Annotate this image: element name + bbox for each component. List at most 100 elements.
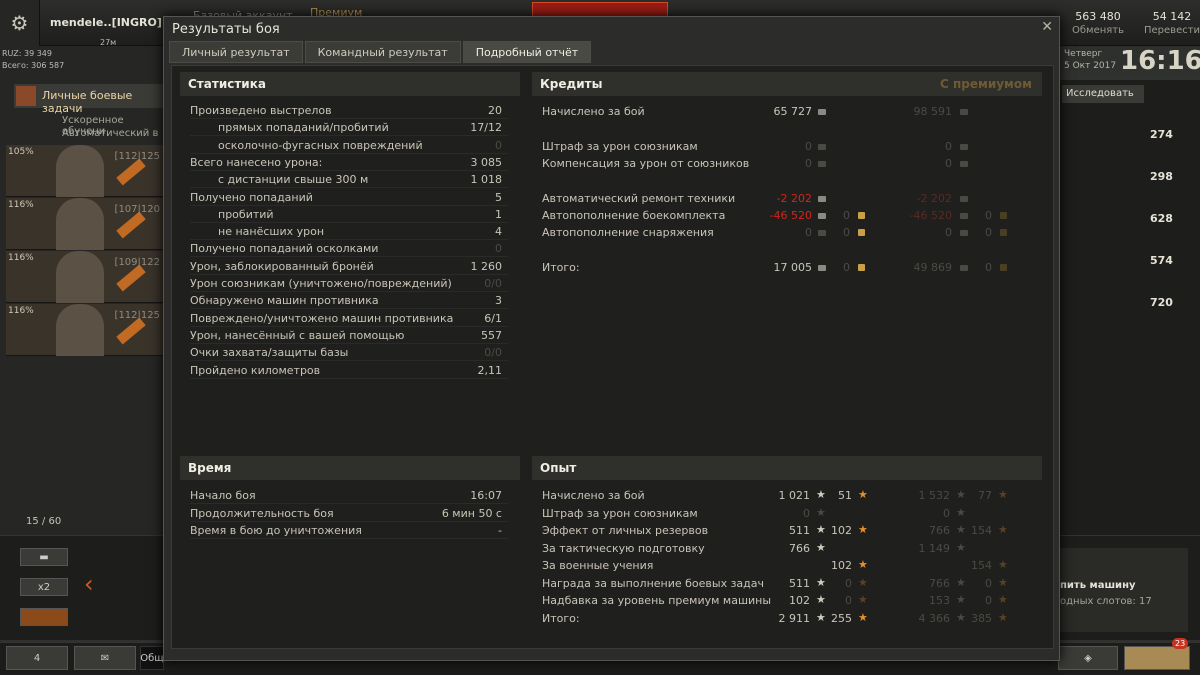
stat-label: прямых попаданий/пробитий bbox=[218, 121, 389, 135]
credits-icon bbox=[818, 161, 826, 167]
exp-value: 102 bbox=[789, 594, 810, 607]
exp-label: Штраф за урон союзникам bbox=[542, 506, 698, 520]
credits-value: 563 480 bbox=[1075, 10, 1121, 23]
free-xp-currency[interactable]: 54 142 Перевести bbox=[1144, 10, 1200, 36]
free-exp-star-icon: ★ bbox=[998, 523, 1008, 536]
research-button[interactable]: Исследовать bbox=[1062, 85, 1144, 103]
result-tabs: Личный результат Командный результат Под… bbox=[169, 41, 592, 63]
free-exp-value: 102 bbox=[831, 559, 852, 572]
tab-detailed[interactable]: Подробный отчёт bbox=[462, 41, 592, 63]
exp-star-icon: ★ bbox=[816, 523, 826, 536]
exp-label: Итого: bbox=[542, 611, 580, 625]
username[interactable]: mendele..[INGRO] bbox=[50, 16, 162, 29]
gold-premium-value: 0 bbox=[985, 261, 992, 274]
multiplier-filter[interactable]: x2 bbox=[20, 578, 68, 596]
tab-personal[interactable]: Личный результат bbox=[169, 41, 303, 63]
carousel-left-arrow[interactable]: ‹ bbox=[84, 570, 94, 598]
credits-icon bbox=[818, 196, 826, 202]
buy-vehicle-slot[interactable]: пить машину одных слотов: 17 bbox=[1060, 548, 1188, 632]
task-item[interactable]: Автоматический в bbox=[62, 128, 158, 139]
stat-row: Обнаружено машин противника 3 bbox=[190, 292, 508, 310]
exp-row: Итого: 2 911 ★ 255 ★ 4 366 ★ 385 ★ bbox=[542, 610, 1032, 627]
exp-star-icon: ★ bbox=[816, 540, 826, 554]
credits-icon bbox=[960, 265, 968, 271]
crew-member[interactable]: 116% [109|122 bbox=[6, 251, 164, 303]
crew-portrait bbox=[56, 145, 104, 197]
free-exp-premium-value: 77 bbox=[978, 489, 992, 502]
credit-label: Автоматический ремонт техники bbox=[542, 192, 736, 205]
close-icon[interactable]: ✕ bbox=[1041, 19, 1053, 35]
battle-results-dialog: Результаты боя ✕ Личный результат Команд… bbox=[163, 16, 1060, 661]
rank-stripe bbox=[116, 211, 146, 239]
exp-star-icon: ★ bbox=[956, 610, 966, 624]
vehicle-filter-button[interactable]: ▬ bbox=[20, 548, 68, 566]
exp-star-icon: ★ bbox=[956, 488, 966, 501]
chat-button[interactable]: ✉ bbox=[74, 646, 136, 670]
right-panel bbox=[1057, 80, 1200, 540]
sessions-button[interactable]: ◈ bbox=[1058, 646, 1118, 670]
free-exp-star-icon: ★ bbox=[858, 523, 868, 536]
credits-icon bbox=[960, 213, 968, 219]
free-exp-star-icon: ★ bbox=[998, 575, 1008, 589]
exp-value: 511 bbox=[789, 524, 810, 537]
exp-premium-value: 1 149 bbox=[918, 541, 951, 555]
crew-portrait bbox=[56, 251, 104, 303]
stat-label: Урон союзникам (уничтожено/повреждений) bbox=[190, 277, 452, 290]
crew-member[interactable]: 105% [112|125 bbox=[6, 145, 164, 197]
exp-value: 511 bbox=[789, 576, 810, 590]
free-exp-value: 0 bbox=[845, 576, 852, 590]
multiplier-label: x2 bbox=[37, 581, 51, 593]
stat-row: прямых попаданий/пробитий 17/12 bbox=[190, 119, 508, 137]
stat-label: Пройдено километров bbox=[190, 363, 321, 377]
exp-row: Награда за выполнение боевых задач 511 ★ 0 ★… bbox=[542, 575, 1032, 592]
stat-value: 720 bbox=[1150, 296, 1173, 309]
crew-member[interactable]: 116% [107|120 bbox=[6, 198, 164, 250]
tab-team[interactable]: Командный результат bbox=[304, 41, 461, 63]
gear-icon[interactable]: ⚙ bbox=[0, 0, 40, 46]
exp-row: За военные учения 102 ★ 154 ★ bbox=[542, 557, 1032, 574]
crew-level: [112|125 bbox=[114, 151, 160, 162]
credit-premium-value: 0 bbox=[945, 226, 952, 239]
stat-row: Произведено выстрелов 20 bbox=[190, 102, 508, 119]
time-label: Начало боя bbox=[190, 489, 256, 502]
server-ruz: RUZ: 39 349 bbox=[2, 49, 52, 58]
credit-value: 65 727 bbox=[773, 105, 813, 118]
crew-member[interactable]: 116% [112|125 bbox=[6, 304, 164, 356]
stat-value: 557 bbox=[481, 328, 502, 342]
credits-header: Кредиты С премиумом bbox=[532, 72, 1042, 96]
notifications-button[interactable] bbox=[1124, 646, 1190, 670]
transfer-link[interactable]: Перевести bbox=[1144, 25, 1200, 36]
stats-header: Статистика bbox=[180, 72, 520, 96]
stat-row: не нанёсших урон 4 bbox=[190, 223, 508, 241]
platoon-button[interactable]: 4 bbox=[6, 646, 68, 670]
exp-star-icon: ★ bbox=[816, 575, 826, 589]
credits-premium-title: С премиумом bbox=[940, 77, 1032, 91]
credits-icon bbox=[818, 230, 826, 236]
stat-label: с дистанции свыше 300 м bbox=[218, 173, 369, 187]
free-exp-star-icon: ★ bbox=[858, 558, 868, 571]
exp-title: Опыт bbox=[540, 461, 577, 475]
free-exp-premium-value: 154 bbox=[971, 524, 992, 537]
exp-label: Начислено за бой bbox=[542, 489, 645, 502]
crew-skill: 116% bbox=[8, 253, 34, 263]
garage-counter: 15 / 60 bbox=[26, 516, 62, 527]
credit-row: Компенсация за урон от союзников 0 0 bbox=[542, 155, 1032, 172]
missions-button[interactable]: Личные боевые задачи bbox=[14, 84, 164, 115]
chat-channel[interactable]: Общ bbox=[140, 646, 164, 670]
time-label: Продолжительность боя bbox=[190, 506, 334, 520]
credits-icon bbox=[960, 144, 968, 150]
credit-value: 0 bbox=[805, 157, 812, 170]
exp-star-icon: ★ bbox=[956, 523, 966, 536]
gold-value: 0 bbox=[843, 209, 850, 222]
stat-value: 0 bbox=[495, 242, 502, 256]
stat-label: пробитий bbox=[218, 207, 274, 221]
exchange-link[interactable]: Обменять bbox=[1072, 25, 1124, 36]
exp-row: Начислено за бой 1 021 ★ 51 ★ 1 532 ★ 77 ★ bbox=[542, 487, 1032, 504]
rank-stripe bbox=[116, 264, 146, 292]
ping: 27м bbox=[100, 38, 117, 47]
credits-currency[interactable]: 563 480 Обменять bbox=[1072, 10, 1124, 36]
premium-filter[interactable] bbox=[20, 608, 68, 626]
stat-label: осколочно-фугасных повреждений bbox=[218, 138, 423, 152]
credit-value: 0 bbox=[805, 140, 812, 153]
crew-level: [107|120 bbox=[114, 204, 160, 215]
